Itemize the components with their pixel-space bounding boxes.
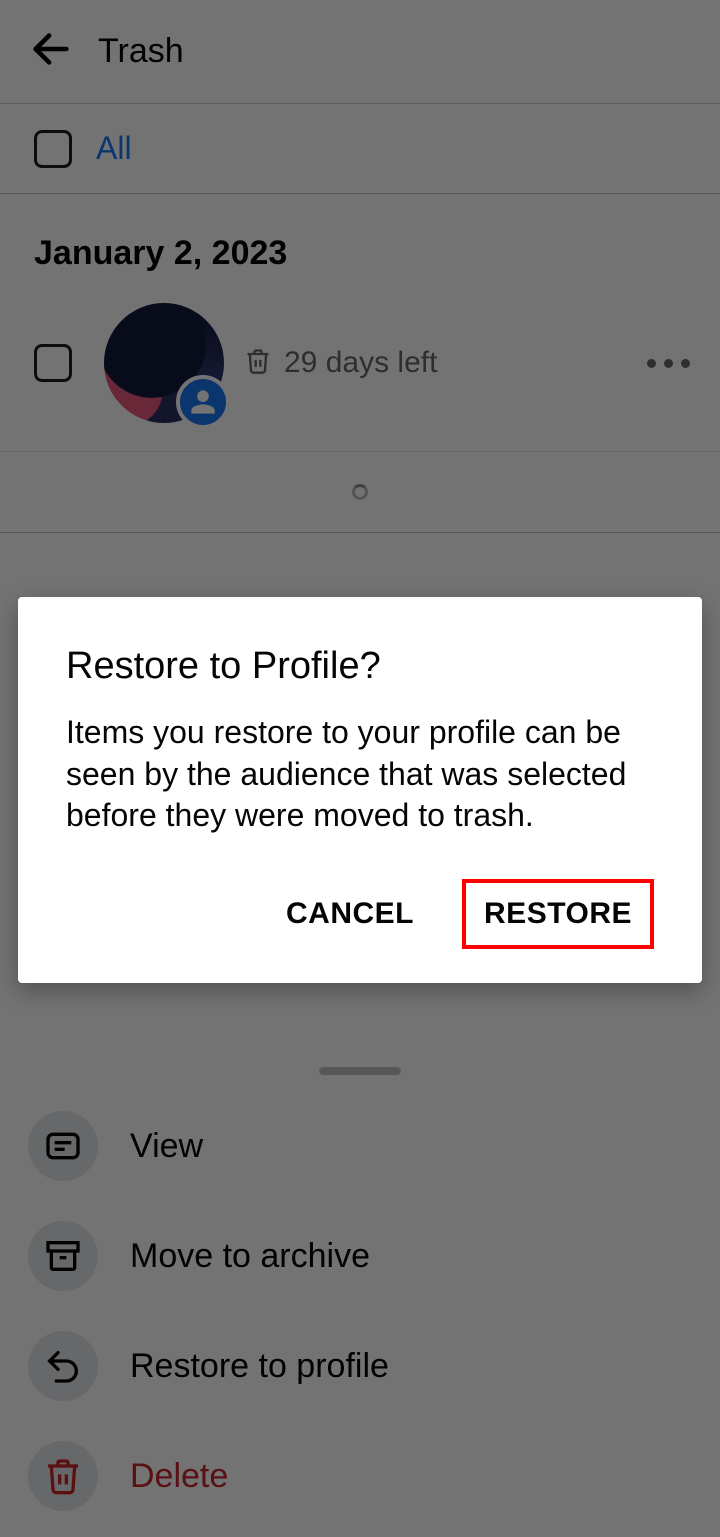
cancel-button[interactable]: CANCEL [268,883,432,945]
restore-dialog: Restore to Profile? Items you restore to… [18,597,702,983]
dialog-actions: CANCEL RESTORE [66,879,654,949]
dialog-body: Items you restore to your profile can be… [66,712,654,837]
dialog-title: Restore to Profile? [66,645,654,688]
restore-button[interactable]: RESTORE [462,879,654,949]
